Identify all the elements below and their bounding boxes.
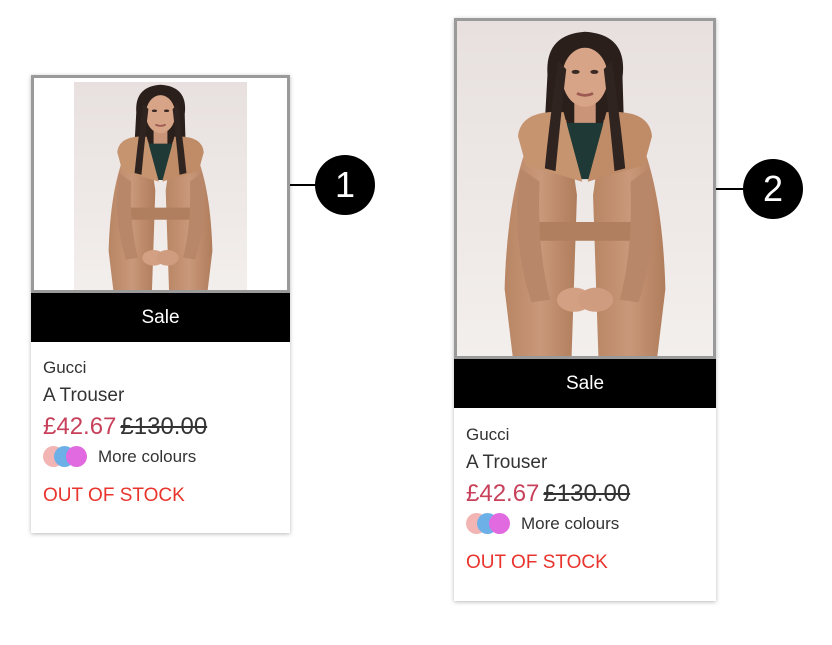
sale-price: £42.67 <box>43 413 117 440</box>
product-image[interactable] <box>74 82 247 290</box>
original-price: £130.00 <box>543 480 631 507</box>
product-name[interactable]: A Trouser <box>43 385 282 407</box>
callout-badge-2: 2 <box>743 159 803 219</box>
sale-label: Sale <box>565 372 605 394</box>
stock-status: OUT OF STOCK <box>43 485 185 506</box>
more-colours-label[interactable]: More colours <box>521 514 619 534</box>
product-name[interactable]: A Trouser <box>466 452 708 474</box>
more-colours[interactable]: More colours <box>43 446 282 468</box>
colour-swatch-magenta[interactable] <box>66 446 87 467</box>
price-row: £42.67 £130.00 <box>466 480 708 508</box>
more-colours-label[interactable]: More colours <box>98 447 196 467</box>
product-info: Gucci A Trouser £42.67 £130.00 More colou… <box>43 358 282 507</box>
callout-line-1 <box>290 184 316 186</box>
colour-swatches[interactable] <box>43 446 89 468</box>
product-card-1[interactable]: Sale Gucci A Trouser £42.67 £130.00 More … <box>31 75 290 533</box>
sale-price: £42.67 <box>466 480 540 507</box>
sale-banner: Sale <box>31 293 290 342</box>
brand-name: Gucci <box>466 425 510 444</box>
more-colours[interactable]: More colours <box>466 513 708 535</box>
callout-badge-1: 1 <box>315 155 375 215</box>
price-row: £42.67 £130.00 <box>43 413 282 441</box>
callout-number: 1 <box>334 164 356 205</box>
callout-line-2 <box>716 188 744 190</box>
colour-swatch-magenta[interactable] <box>489 513 510 534</box>
product-image-frame[interactable] <box>31 75 290 293</box>
callout-number: 2 <box>762 168 784 209</box>
product-card-2[interactable]: Sale Gucci A Trouser £42.67 £130.00 More … <box>454 18 716 601</box>
product-image[interactable] <box>457 21 713 356</box>
product-image-frame[interactable] <box>454 18 716 359</box>
brand-name: Gucci <box>43 358 87 377</box>
stock-status: OUT OF STOCK <box>466 552 608 573</box>
product-info: Gucci A Trouser £42.67 £130.00 More colou… <box>466 425 708 574</box>
sale-label: Sale <box>141 306 180 328</box>
sale-banner: Sale <box>454 359 716 408</box>
original-price: £130.00 <box>120 413 208 440</box>
colour-swatches[interactable] <box>466 513 512 535</box>
